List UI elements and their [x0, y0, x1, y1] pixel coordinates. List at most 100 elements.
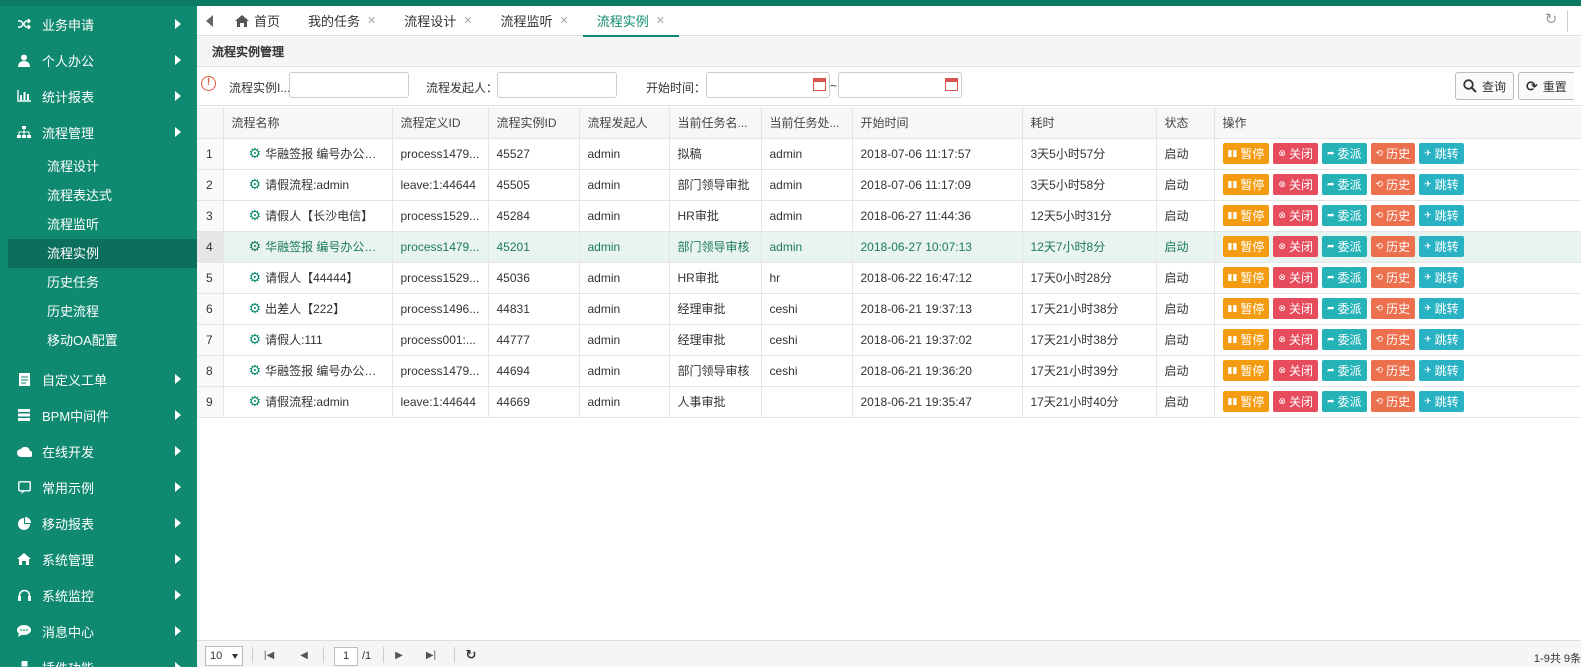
close-button[interactable]: ⊗ 关闭 [1273, 267, 1318, 288]
table-row[interactable]: 9 ⚙ 请假流程:admin leave:1:44644 44669 admin 人事审批 2… [197, 386, 1581, 418]
assign-button[interactable]: ➦ 委派 [1321, 174, 1367, 195]
column-header[interactable]: 流程发起人 [579, 107, 670, 139]
column-header[interactable]: 开始时间 [852, 107, 1023, 139]
close-icon[interactable]: ✕ [367, 14, 376, 27]
jump-button[interactable]: ✈ 跳转 [1419, 205, 1464, 226]
table-row[interactable]: 7 ⚙ 请假人:111 process001:... 44777 admin 经理审批 ces… [197, 324, 1581, 356]
history-button[interactable]: ⟲ 历史 [1370, 298, 1416, 319]
jump-button[interactable]: ✈ 跳转 [1419, 360, 1464, 381]
submenu-process-instance[interactable]: 流程实例 [8, 239, 197, 268]
close-button[interactable]: ⊗ 关闭 [1273, 236, 1318, 257]
close-button[interactable]: ⊗ 关闭 [1273, 360, 1318, 381]
close-button[interactable]: ⊗ 关闭 [1273, 174, 1318, 195]
close-icon[interactable]: ✕ [463, 14, 472, 27]
column-header[interactable]: 流程名称 [223, 107, 393, 139]
table-row[interactable]: 8 ⚙ 华融签报 编号办公室[20 process1479... 44694 admin 部… [197, 355, 1581, 387]
tab-scroll-left-button[interactable] [197, 6, 221, 36]
pause-button[interactable]: ▮▮ 暂停 [1222, 391, 1270, 412]
history-button[interactable]: ⟲ 历史 [1370, 391, 1416, 412]
pause-button[interactable]: ▮▮ 暂停 [1222, 205, 1270, 226]
sidebar-item-system-management[interactable]: 系统管理 [0, 541, 197, 577]
close-button[interactable]: ⊗ 关闭 [1273, 143, 1318, 164]
close-button[interactable]: ⊗ 关闭 [1273, 205, 1318, 226]
history-button[interactable]: ⟲ 历史 [1370, 360, 1416, 381]
close-button[interactable]: ⊗ 关闭 [1273, 298, 1318, 319]
calendar-icon[interactable] [945, 78, 958, 91]
column-header[interactable]: 流程定义ID [392, 107, 489, 139]
column-header[interactable]: 当前任务处... [761, 107, 853, 139]
assign-button[interactable]: ➦ 委派 [1321, 391, 1367, 412]
starter-input[interactable] [497, 72, 617, 98]
sidebar-item-examples[interactable]: 常用示例 [0, 469, 197, 505]
jump-button[interactable]: ✈ 跳转 [1419, 391, 1464, 412]
query-button[interactable]: 查询 [1455, 72, 1515, 100]
assign-button[interactable]: ➦ 委派 [1321, 298, 1367, 319]
jump-button[interactable]: ✈ 跳转 [1419, 329, 1464, 350]
table-row[interactable]: 3 ⚙ 请假人【长沙电信】 process1529... 45284 admin HR审批 a… [197, 200, 1581, 232]
close-icon[interactable]: ✕ [560, 14, 569, 27]
column-header[interactable]: 当前任务名... [669, 107, 762, 139]
assign-button[interactable]: ➦ 委派 [1321, 267, 1367, 288]
history-button[interactable]: ⟲ 历史 [1370, 143, 1416, 164]
close-button[interactable]: ⊗ 关闭 [1273, 391, 1318, 412]
page-number-input[interactable]: 1 [334, 647, 358, 666]
reset-button[interactable]: ⟳ 重置 [1518, 72, 1574, 100]
sidebar-item-mobile-reports[interactable]: 移动报表 [0, 505, 197, 541]
pause-button[interactable]: ▮▮ 暂停 [1222, 329, 1270, 350]
history-button[interactable]: ⟲ 历史 [1370, 174, 1416, 195]
sidebar-item-online-dev[interactable]: 在线开发 [0, 433, 197, 469]
sidebar-item-system-monitor[interactable]: 系统监控 [0, 577, 197, 613]
assign-button[interactable]: ➦ 委派 [1321, 329, 1367, 350]
history-button[interactable]: ⟲ 历史 [1370, 205, 1416, 226]
submenu-process-design[interactable]: 流程设计 [0, 152, 197, 181]
assign-button[interactable]: ➦ 委派 [1321, 236, 1367, 257]
sidebar-item-personal[interactable]: 个人办公 [0, 42, 197, 78]
alert-icon[interactable]: ! [201, 76, 216, 91]
calendar-icon[interactable] [813, 78, 826, 91]
history-button[interactable]: ⟲ 历史 [1370, 236, 1416, 257]
assign-button[interactable]: ➦ 委派 [1321, 360, 1367, 381]
pause-button[interactable]: ▮▮ 暂停 [1222, 236, 1270, 257]
tab-process-design[interactable]: 流程设计 ✕ [390, 6, 486, 36]
submenu-process-listener[interactable]: 流程监听 [0, 210, 197, 239]
prev-page-icon[interactable]: ◀ [298, 649, 310, 661]
sidebar-item-custom-ticket[interactable]: 自定义工单 [0, 361, 197, 397]
table-row[interactable]: 2 ⚙ 请假流程:admin leave:1:44644 45505 admin 部门领导审… [197, 169, 1581, 201]
tab-home[interactable]: 首页 [221, 6, 294, 36]
page-size-select[interactable]: 10 [205, 646, 243, 666]
pause-button[interactable]: ▮▮ 暂停 [1222, 174, 1270, 195]
close-icon[interactable]: ✕ [656, 14, 665, 27]
tab-menu-handle[interactable] [1567, 10, 1581, 32]
table-row[interactable]: 4 ⚙ 华融签报 编号办公室[20 process1479... 45201 admin 部… [197, 231, 1581, 263]
jump-button[interactable]: ✈ 跳转 [1419, 267, 1464, 288]
jump-button[interactable]: ✈ 跳转 [1419, 174, 1464, 195]
next-page-icon[interactable]: ▶ [393, 649, 405, 661]
jump-button[interactable]: ✈ 跳转 [1419, 298, 1464, 319]
table-row[interactable]: 1 ⚙ 华融签报 编号办公室[20 process1479... 45527 admin 拟… [197, 138, 1581, 170]
pause-button[interactable]: ▮▮ 暂停 [1222, 298, 1270, 319]
pause-button[interactable]: ▮▮ 暂停 [1222, 267, 1270, 288]
last-page-icon[interactable]: ▶| [425, 649, 437, 661]
pause-button[interactable]: ▮▮ 暂停 [1222, 143, 1270, 164]
assign-button[interactable]: ➦ 委派 [1321, 205, 1367, 226]
submenu-history-process[interactable]: 历史流程 [0, 297, 197, 326]
assign-button[interactable]: ➦ 委派 [1321, 143, 1367, 164]
first-page-icon[interactable]: |◀ [263, 649, 275, 661]
start-time-from-input[interactable] [706, 72, 830, 98]
column-header[interactable]: 状态 [1156, 107, 1215, 139]
sidebar-item-bpm-middleware[interactable]: BPM中间件 [0, 397, 197, 433]
close-button[interactable]: ⊗ 关闭 [1273, 329, 1318, 350]
history-button[interactable]: ⟲ 历史 [1370, 329, 1416, 350]
tab-process-instance[interactable]: 流程实例 ✕ [582, 6, 680, 37]
jump-button[interactable]: ✈ 跳转 [1419, 236, 1464, 257]
sidebar-item-reports[interactable]: 统计报表 [0, 78, 197, 114]
sidebar-item-plugins[interactable]: 插件功能 [0, 649, 197, 667]
sidebar-item-business[interactable]: 业务申请 [0, 6, 197, 42]
tab-process-listener[interactable]: 流程监听 ✕ [486, 6, 582, 36]
column-header[interactable]: 耗时 [1022, 107, 1157, 139]
column-header[interactable]: 流程实例ID [488, 107, 580, 139]
submenu-process-expression[interactable]: 流程表达式 [0, 181, 197, 210]
jump-button[interactable]: ✈ 跳转 [1419, 143, 1464, 164]
tab-my-tasks[interactable]: 我的任务 ✕ [294, 6, 390, 36]
table-row[interactable]: 5 ⚙ 请假人【44444】 process1529... 45036 admin HR审批… [197, 262, 1581, 294]
